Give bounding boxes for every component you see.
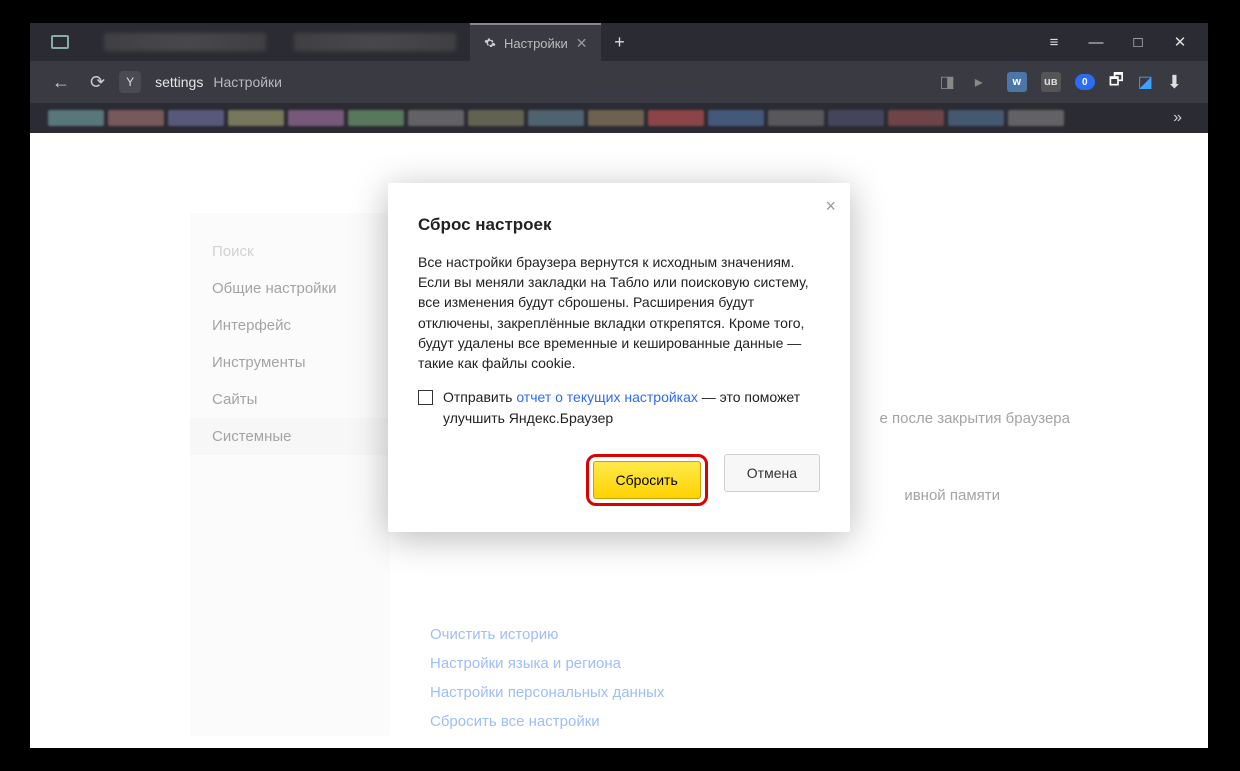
bookmark-item[interactable] xyxy=(948,110,1004,126)
cb-text: Отправить xyxy=(443,389,516,405)
cancel-button[interactable]: Отмена xyxy=(724,454,820,492)
bookmark-item[interactable] xyxy=(768,110,824,126)
bookmark-item[interactable] xyxy=(708,110,764,126)
modal-body: Все настройки браузера вернутся к исходн… xyxy=(418,252,820,374)
primary-highlight: Сбросить xyxy=(586,454,708,506)
bookmark-item[interactable] xyxy=(348,110,404,126)
tab-label: Настройки xyxy=(504,36,568,51)
bookmark-item[interactable] xyxy=(648,110,704,126)
bookmark-item[interactable] xyxy=(888,110,944,126)
site-identity-icon[interactable]: Y xyxy=(119,71,141,93)
report-link[interactable]: отчет о текущих настройках xyxy=(516,389,698,405)
tab-settings[interactable]: Настройки ✕ xyxy=(470,23,601,61)
close-icon[interactable]: ✕ xyxy=(1172,34,1188,50)
modal-title: Сброс настроек xyxy=(418,213,820,238)
address-bar: ← ⟳ Y settings Настройки ◨ ▸ w uв 0 🗗 ◪ … xyxy=(30,61,1208,103)
bookmark-icon[interactable]: ◨ xyxy=(940,72,955,92)
window-controls: ≡ — □ ✕ xyxy=(1026,34,1208,50)
bookmarks-overflow-icon[interactable]: » xyxy=(1165,109,1190,127)
bookmark-item[interactable] xyxy=(108,110,164,126)
url-path: settings xyxy=(155,74,203,90)
newtab-button[interactable]: + xyxy=(601,23,637,61)
minimize-icon[interactable]: — xyxy=(1088,34,1104,50)
bookmark-item[interactable] xyxy=(48,110,104,126)
window-icon xyxy=(30,35,90,49)
maximize-icon[interactable]: □ xyxy=(1130,34,1146,50)
url-display[interactable]: settings Настройки xyxy=(155,74,282,90)
modal-overlay: × Сброс настроек Все настройки браузера … xyxy=(30,133,1208,748)
bookmark-item[interactable] xyxy=(288,110,344,126)
ext-extension-icon[interactable]: ◪ xyxy=(1138,72,1153,92)
gear-icon xyxy=(484,37,496,49)
ext-vk-icon[interactable]: w xyxy=(1007,72,1027,92)
bookmark-item[interactable] xyxy=(528,110,584,126)
tab-item[interactable] xyxy=(280,23,470,61)
tab-close-icon[interactable]: ✕ xyxy=(576,36,588,50)
reset-settings-modal: × Сброс настроек Все настройки браузера … xyxy=(388,183,850,532)
modal-close-icon[interactable]: × xyxy=(825,193,836,219)
modal-footer: Сбросить Отмена xyxy=(418,454,820,506)
checkbox-icon[interactable] xyxy=(418,390,433,405)
titlebar: Настройки ✕ + ≡ — □ ✕ xyxy=(30,23,1208,61)
extension-tray: w uв 0 🗗 ◪ ⬇ xyxy=(1003,69,1186,96)
bookmark-item[interactable] xyxy=(168,110,224,126)
tab-item[interactable] xyxy=(90,23,280,61)
tab-strip: Настройки ✕ + xyxy=(90,23,1026,61)
menu-icon[interactable]: ≡ xyxy=(1046,34,1062,50)
reload-button[interactable]: ⟳ xyxy=(90,72,105,93)
ext-counter-icon[interactable]: 0 xyxy=(1075,74,1095,90)
bookmarks-bar: » xyxy=(30,103,1208,133)
bookmark-item[interactable] xyxy=(468,110,524,126)
bookmark-item[interactable] xyxy=(1008,110,1064,126)
back-button[interactable]: ← xyxy=(52,72,70,93)
browser-window: Настройки ✕ + ≡ — □ ✕ ← ⟳ Y settings Нас… xyxy=(30,23,1208,748)
ext-feedback-icon[interactable]: 🗗 xyxy=(1109,69,1124,96)
page-content: Поиск Общие настройки Интерфейс Инструме… xyxy=(30,133,1208,748)
bookmark-item[interactable] xyxy=(588,110,644,126)
bookmark-item[interactable] xyxy=(228,110,284,126)
send-report-checkbox-row[interactable]: Отправить отчет о текущих настройках — э… xyxy=(418,387,820,428)
bookmark-item[interactable] xyxy=(828,110,884,126)
url-title: Настройки xyxy=(213,74,282,90)
reset-button[interactable]: Сбросить xyxy=(593,461,701,499)
ext-ublock-icon[interactable]: uв xyxy=(1041,72,1061,92)
bookmark-item[interactable] xyxy=(408,110,464,126)
checkbox-label: Отправить отчет о текущих настройках — э… xyxy=(443,387,820,428)
downloads-icon[interactable]: ⬇ xyxy=(1167,72,1182,93)
